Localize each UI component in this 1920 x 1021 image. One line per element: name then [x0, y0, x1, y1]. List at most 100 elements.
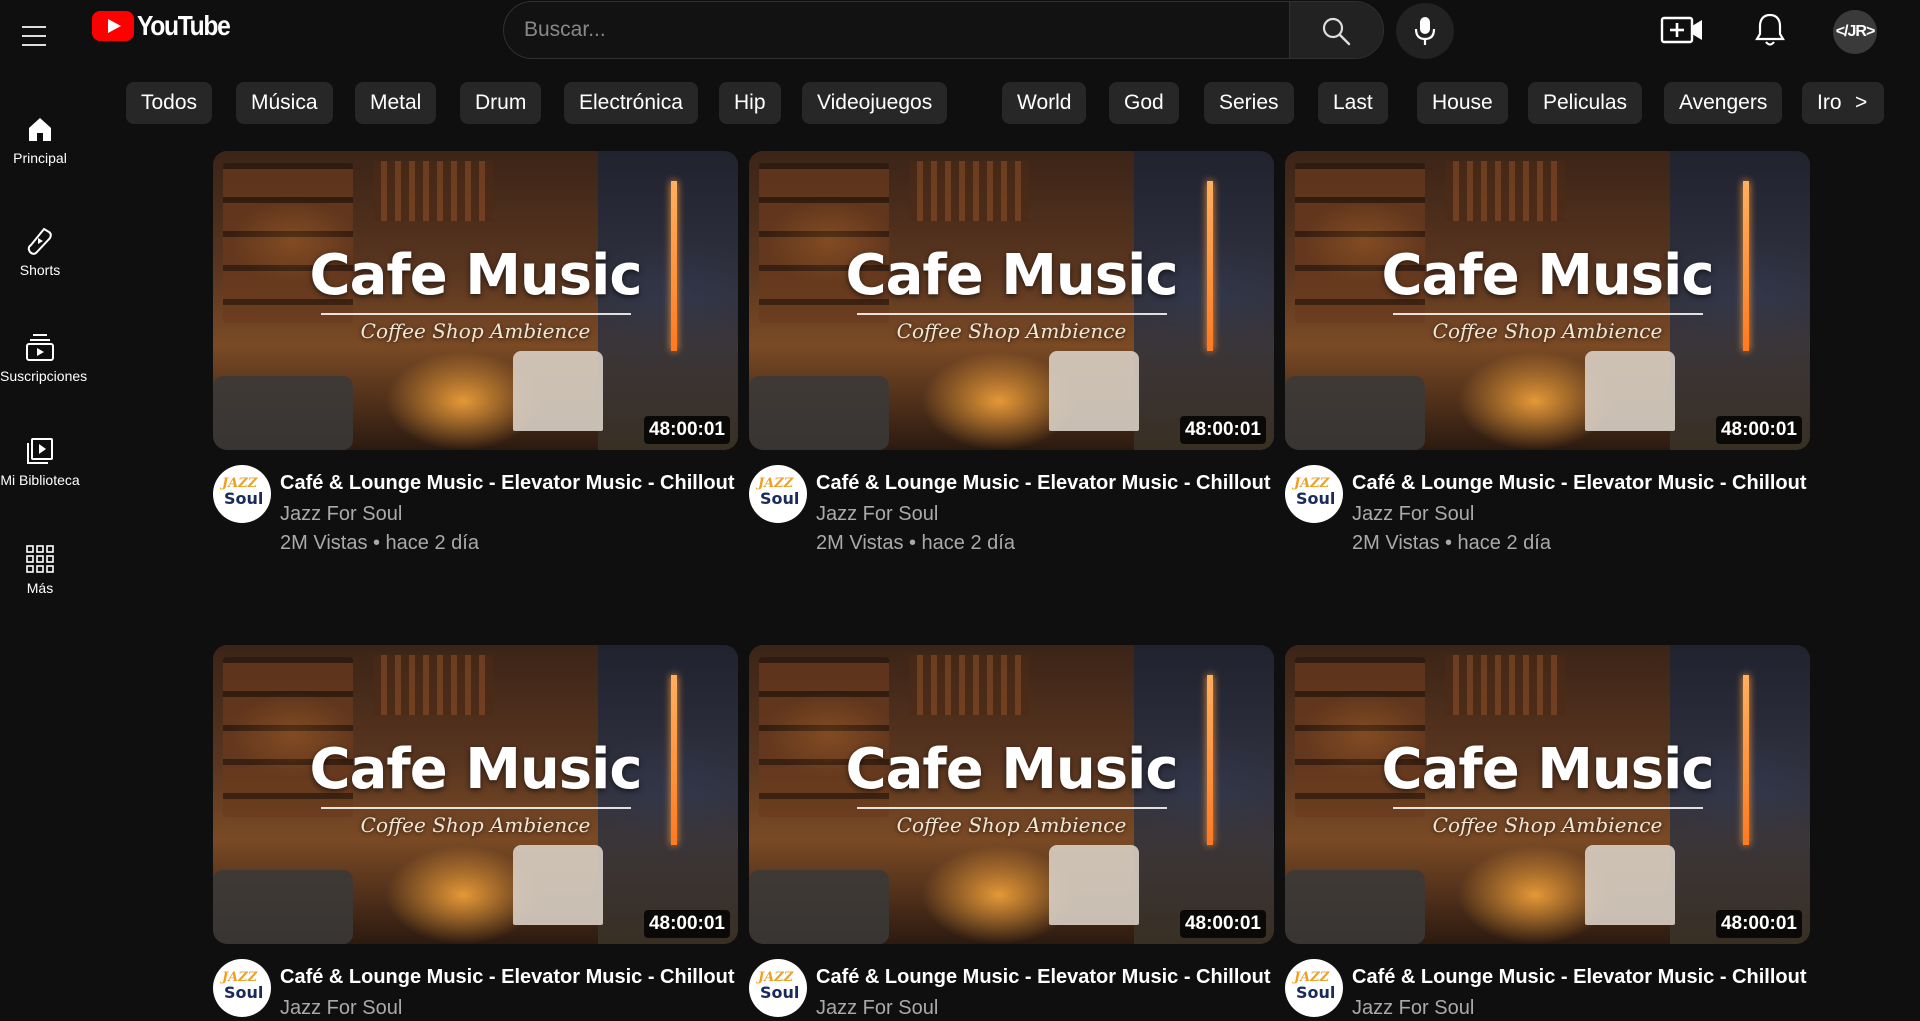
thumbnail-divider	[321, 313, 631, 315]
channel-avatar[interactable]: JAZZ Soul	[1285, 465, 1343, 523]
notifications-button[interactable]	[1754, 12, 1786, 53]
video-thumbnail[interactable]: Cafe Music Coffee Shop Ambience 48:00:01	[1285, 151, 1810, 450]
video-thumbnail[interactable]: Cafe Music Coffee Shop Ambience 48:00:01	[213, 151, 738, 450]
chip-metal[interactable]: Metal	[355, 82, 437, 124]
sidebar-item-shorts[interactable]: Shorts	[0, 226, 80, 278]
video-card[interactable]: Cafe Music Coffee Shop Ambience 48:00:01 JA…	[749, 151, 1274, 554]
chip-god[interactable]: God	[1109, 82, 1179, 124]
hamburger-icon	[22, 26, 46, 28]
thumbnail-title: Cafe Music	[309, 737, 642, 802]
microphone-icon	[1414, 17, 1436, 45]
youtube-play-icon	[92, 11, 134, 41]
sidebar-item-suscripciones[interactable]: Suscripciones	[0, 332, 87, 384]
sidebar-item-mas[interactable]: Más	[0, 544, 80, 596]
search-input[interactable]	[524, 2, 1284, 58]
video-thumbnail[interactable]: Cafe Music Coffee Shop Ambience 48:00:01	[1285, 645, 1810, 944]
chip-videojuegos[interactable]: Videojuegos	[802, 82, 948, 124]
thumbnail-chair	[1049, 845, 1139, 925]
chip-series[interactable]: Series	[1204, 82, 1294, 124]
video-thumbnail[interactable]: Cafe Music Coffee Shop Ambience 48:00:01	[213, 645, 738, 944]
sidebar-item-principal[interactable]: Principal	[0, 114, 80, 166]
video-title[interactable]: Café & Lounge Music - Elevator Music - C…	[816, 472, 1274, 495]
logo-text: YouTube	[137, 10, 231, 41]
video-card[interactable]: Cafe Music Coffee Shop Ambience 48:00:01 JA…	[1285, 151, 1810, 554]
video-title[interactable]: Café & Lounge Music - Elevator Music - C…	[280, 966, 738, 989]
channel-avatar[interactable]: JAZZ Soul	[1285, 959, 1343, 1017]
thumbnail-chair	[1049, 351, 1139, 431]
chip-avengers[interactable]: Avengers	[1664, 82, 1783, 124]
thumbnail-title: Cafe Music	[309, 243, 642, 308]
video-thumbnail[interactable]: Cafe Music Coffee Shop Ambience 48:00:01	[749, 151, 1274, 450]
channel-name[interactable]: Jazz For Soul	[816, 997, 938, 1020]
chip-drum[interactable]: Drum	[460, 82, 542, 124]
chip-hip[interactable]: Hip	[719, 82, 781, 124]
thumbnail-subtitle: Coffee Shop Ambience	[360, 319, 591, 343]
duration-badge: 48:00:01	[1715, 416, 1802, 444]
youtube-logo[interactable]: YouTube	[92, 10, 242, 42]
thumbnail-sofa	[749, 376, 889, 450]
chip-house[interactable]: House	[1417, 82, 1508, 124]
menu-button[interactable]	[22, 26, 50, 48]
video-card[interactable]: Cafe Music Coffee Shop Ambience 48:00:01 JA…	[749, 645, 1274, 1021]
chip-electronica[interactable]: Electrónica	[564, 82, 698, 124]
video-title[interactable]: Café & Lounge Music - Elevator Music - C…	[816, 966, 1274, 989]
thumbnail-divider	[1393, 313, 1703, 315]
search-button[interactable]	[1289, 2, 1383, 58]
channel-avatar[interactable]: JAZZ Soul	[749, 465, 807, 523]
channel-avatar[interactable]: JAZZ Soul	[213, 465, 271, 523]
channel-avatar-bottom-text: Soul	[224, 983, 264, 1002]
thumbnail-sofa	[1285, 376, 1425, 450]
chip-last[interactable]: Last	[1318, 82, 1388, 124]
channel-avatar-bottom-text: Soul	[1296, 983, 1336, 1002]
video-card[interactable]: Cafe Music Coffee Shop Ambience 48:00:01 JA…	[213, 151, 738, 554]
video-title[interactable]: Café & Lounge Music - Elevator Music - C…	[1352, 966, 1810, 989]
chips-next-button[interactable]: >	[1842, 82, 1884, 124]
user-avatar[interactable]: </JR>	[1833, 10, 1877, 54]
channel-name[interactable]: Jazz For Soul	[280, 997, 402, 1020]
video-stats: 2M Vistas • hace 2 día	[1352, 532, 1551, 554]
video-title[interactable]: Café & Lounge Music - Elevator Music - C…	[1352, 472, 1810, 495]
duration-badge: 48:00:01	[643, 416, 730, 444]
chip-musica[interactable]: Música	[236, 82, 333, 124]
thumbnail-subtitle: Coffee Shop Ambience	[896, 319, 1127, 343]
channel-avatar[interactable]: JAZZ Soul	[213, 959, 271, 1017]
thumbnail-divider	[1393, 807, 1703, 809]
thumbnail-subtitle: Coffee Shop Ambience	[1432, 813, 1663, 837]
sidebar-item-label: Mi Biblioteca	[0, 472, 80, 488]
video-title[interactable]: Café & Lounge Music - Elevator Music - C…	[280, 472, 738, 495]
sidebar-item-label: Shorts	[19, 262, 61, 278]
bell-icon	[1755, 13, 1785, 46]
home-icon	[29, 118, 51, 141]
thumbnail-chair	[513, 351, 603, 431]
channel-name[interactable]: Jazz For Soul	[1352, 997, 1474, 1020]
chip-todos[interactable]: Todos	[126, 82, 213, 124]
thumbnail-chair	[1585, 351, 1675, 431]
channel-name[interactable]: Jazz For Soul	[816, 503, 938, 526]
shorts-icon	[27, 227, 52, 255]
video-meta: JAZZ Soul Café & Lounge Music - Elevator M…	[1285, 450, 1810, 554]
channel-avatar-bottom-text: Soul	[1296, 489, 1336, 508]
channel-avatar[interactable]: JAZZ Soul	[749, 959, 807, 1017]
thumbnail-subtitle: Coffee Shop Ambience	[360, 813, 591, 837]
thumbnail-divider	[321, 807, 631, 809]
video-add-icon	[1660, 16, 1702, 44]
create-video-button[interactable]	[1660, 12, 1704, 53]
thumbnail-title: Cafe Music	[1381, 737, 1714, 802]
sidebar-item-label: Más	[26, 580, 54, 596]
chip-world[interactable]: World	[1002, 82, 1087, 124]
top-bar: YouTube </JR>	[0, 0, 1920, 62]
chip-peliculas[interactable]: Peliculas	[1528, 82, 1643, 124]
channel-name[interactable]: Jazz For Soul	[280, 503, 402, 526]
duration-badge: 48:00:01	[1715, 910, 1802, 938]
video-card[interactable]: Cafe Music Coffee Shop Ambience 48:00:01 JA…	[213, 645, 738, 1021]
channel-name[interactable]: Jazz For Soul	[1352, 503, 1474, 526]
thumbnail-shelf	[1445, 161, 1565, 221]
duration-badge: 48:00:01	[643, 910, 730, 938]
voice-search-button[interactable]	[1396, 3, 1454, 59]
video-card[interactable]: Cafe Music Coffee Shop Ambience 48:00:01 JA…	[1285, 645, 1810, 1021]
video-meta: JAZZ Soul Café & Lounge Music - Elevator M…	[749, 450, 1274, 554]
sidebar-item-mi-biblioteca[interactable]: Mi Biblioteca	[0, 436, 80, 488]
video-thumbnail[interactable]: Cafe Music Coffee Shop Ambience 48:00:01	[749, 645, 1274, 944]
search-bar	[503, 1, 1384, 59]
sidebar-item-label: Principal	[13, 150, 67, 166]
